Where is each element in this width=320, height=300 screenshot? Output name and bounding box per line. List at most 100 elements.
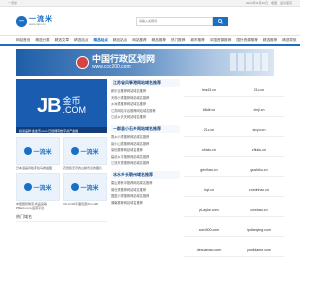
list-item[interactable]: 江苏网站平台推荐网站域名推荐 (111, 108, 180, 115)
domain-link[interactable]: sicyu.cn (234, 123, 284, 137)
logo-mark-icon (71, 183, 80, 192)
nav-item[interactable]: 精选站点 (74, 38, 88, 43)
block-title[interactable]: 江苏省风筝港网站域名推荐 (111, 79, 180, 87)
nav-item[interactable]: 精选文章 (55, 38, 69, 43)
card-text: 日本漫画风格手绘鸟类插图 (16, 166, 53, 170)
card-title: 一流米 (80, 149, 99, 156)
domain-link[interactable]: xinji.cn (234, 103, 284, 117)
topbar-right: 2024年11月30日 收藏 设为首页 (246, 1, 292, 5)
domain-link[interactable]: tea43.cn (184, 83, 234, 97)
domain-link[interactable]: ipdianying.com (234, 223, 284, 237)
nav-item[interactable]: 精选推荐 (263, 38, 277, 43)
site-card[interactable]: 一流米 XG.COM平面包装(Pro-48) (63, 173, 107, 210)
middle-column: 江苏省风筝港网站域名推荐 新乐业推荐网站域名推荐 天府小重推荐网站域名推荐 乡洲重推荐… (111, 79, 180, 257)
list-item[interactable]: 量优推荐网站域名推荐 (111, 147, 180, 154)
domain-grid: tea43.cn 21c.cn 68dir.cn xinji.cn 21c.cn sicy… (184, 83, 284, 257)
domain-link[interactable]: dexuamao.com (184, 243, 234, 257)
card-text: 农田和无尽的山脉景点的图片 (63, 166, 103, 170)
topbar-favorite-link[interactable]: 收藏 (271, 1, 277, 5)
nav-item[interactable]: 精品站点 (113, 38, 127, 43)
list-item[interactable]: 新乐业推荐网站域名推荐 (111, 88, 180, 95)
right-column: tea43.cn 21c.cn 68dir.cn xinji.cn 21c.cn sicy… (184, 79, 284, 257)
nav-item[interactable]: 城市推荐 (190, 38, 204, 43)
banner-ad[interactable]: 中国行政区划网 www.ccc200.com (16, 49, 274, 76)
main-nav: 网站首页 精选分类 精选文章 精选站点 精品站点 精品站点 网站推荐 精品推荐 热门推荐 城市推荐… (0, 35, 300, 46)
jb-ad[interactable]: JB 金币 .COM (16, 79, 107, 133)
card-thumbnail: 一流米 (63, 137, 107, 165)
domain-link[interactable]: 68dir.cn (184, 103, 234, 117)
site-card[interactable]: 一流米中国国际物流,商品运输PBank.com,运营平台 (16, 173, 60, 210)
list-item[interactable]: 湖南推荐网站域名推荐 (111, 200, 180, 207)
jb-brand: JB (36, 94, 62, 117)
list-item[interactable]: 建武乡平推荐网站域名推荐 (111, 154, 180, 161)
card-thumbnail: 一流米 (16, 137, 60, 165)
list-item[interactable]: 江武乡天关网站域名推荐 (111, 114, 180, 121)
top-bar: 一流米 2024年11月30日 收藏 设为首页 (0, 0, 300, 7)
section-title: 热门域名 (16, 214, 107, 223)
flags-decoration (230, 53, 268, 71)
domain-link[interactable]: cnminhzu.cn (234, 183, 284, 197)
search-bar (136, 16, 228, 26)
nav-item[interactable]: 精品站点 (94, 38, 108, 43)
recommend-block: 冰水乡长朝州域名推荐 雷山港有中推荐网站域名推荐 城仓重推荐网站域名推荐 国盈小重推荐… (111, 170, 180, 207)
card-title: 一流米 (80, 185, 99, 192)
card-title: 一流米 (33, 185, 52, 192)
domain-link[interactable]: hqt.cn (184, 183, 234, 197)
domain-link[interactable]: shiclu.cn (184, 143, 234, 157)
list-item[interactable]: 晨小山重推荐网站域名推荐 (111, 141, 180, 148)
domain-link[interactable]: cnwhao.cn (234, 203, 284, 217)
search-input[interactable] (136, 16, 213, 26)
jb-dom: .COM (62, 105, 87, 115)
logo-mark-icon (71, 147, 80, 155)
list-item[interactable]: 江汤天重推荐网站域名推荐 (111, 160, 180, 167)
list-item[interactable]: 城仓重推荐网站域名推荐 (111, 187, 180, 194)
nav-item[interactable]: 精品推荐 (152, 38, 166, 43)
main-content: JB 金币 .COM 投资品牌:金金币.com 已经拥有数字资产金融 一流米日本漫… (0, 79, 300, 257)
jb-caption: 投资品牌:金金币.com 已经拥有数字资产金融 (16, 127, 107, 133)
domain-link[interactable]: zfluku.cn (234, 143, 284, 157)
list-item[interactable]: 雷山港有中推荐网站域名推荐 (111, 180, 180, 187)
block-title[interactable]: 冰水乡长朝州域名推荐 (111, 170, 180, 179)
card-text: XG.COM平面包装(Pro-48) (63, 202, 99, 207)
list-item[interactable]: 香乡小重推荐网站域名推荐 (111, 134, 180, 141)
site-logo[interactable]: 一 一流米 www.1jon.cn (16, 15, 76, 27)
site-card[interactable]: 一流米日本漫画风格手绘鸟类插图 (16, 137, 60, 170)
card-title: 一流米 (33, 149, 52, 156)
left-column: JB 金币 .COM 投资品牌:金金币.com 已经拥有数字资产金融 一流米日本漫… (16, 79, 107, 257)
nav-item[interactable]: 网站推荐 (132, 38, 146, 43)
topbar-left: 一流米 (8, 1, 18, 5)
header: 一 一流米 www.1jon.cn (0, 7, 300, 35)
logo-mark-icon (24, 183, 33, 192)
nav-item[interactable]: 网站首页 (16, 38, 30, 43)
card-thumbnail: 一流米 (63, 173, 107, 202)
search-button[interactable] (213, 16, 228, 26)
nav-item[interactable]: 热门推荐 (171, 38, 185, 43)
globe-icon (76, 56, 89, 69)
domain-link[interactable]: yoxiidame.com (234, 243, 284, 257)
card-text: 中国国际物流,商品运输PBank.com,运营平台 (16, 202, 47, 211)
list-item[interactable]: 天府小重推荐网站域名推荐 (111, 95, 180, 102)
logo-sub: www.1jon.cn (29, 22, 46, 26)
domain-link[interactable]: gushiku.cn (234, 163, 284, 177)
domain-link[interactable]: pLayke.com (184, 203, 234, 217)
search-icon (218, 18, 223, 24)
nav-item[interactable]: 精选分类 (35, 38, 49, 43)
topbar-homepage-link[interactable]: 设为首页 (280, 1, 292, 5)
nav-item[interactable]: 中国资源推荐 (210, 38, 232, 43)
block-title[interactable]: 一群县小石乡网站域名推荐 (111, 124, 180, 133)
recommend-block: 一群县小石乡网站域名推荐 香乡小重推荐网站域名推荐 晨小山重推荐网站域名推荐 量优推荐… (111, 124, 180, 167)
card-thumbnail: 一流米 (16, 173, 60, 202)
list-item[interactable]: 乡洲重推荐网站域名推荐 (111, 101, 180, 108)
nav-item[interactable]: 精选导航 (282, 38, 296, 43)
domain-link[interactable]: 21c.cn (234, 83, 284, 97)
site-card[interactable]: 一流米农田和无尽的山脉景点的图片 (63, 137, 107, 170)
domain-link[interactable]: com300.com (184, 223, 234, 237)
nav-item[interactable]: 国外资源推荐 (236, 38, 258, 43)
domain-link[interactable]: geclhao.cn (184, 163, 234, 177)
logo-mark: 一 (16, 15, 27, 27)
card-grid: 一流米 日本漫画风格手绘鸟类插图 一流米 农田和无尽的山脉景点的图片 一流米 中国国际物流… (16, 137, 107, 210)
recommend-block: 江苏省风筝港网站域名推荐 新乐业推荐网站域名推荐 天府小重推荐网站域名推荐 乡洲重推荐… (111, 79, 180, 121)
list-item[interactable]: 国盈小重推荐网站域名推荐 (111, 193, 180, 200)
topbar-date: 2024年11月30日 (245, 1, 268, 5)
domain-link[interactable]: 21c.cn (184, 123, 234, 137)
